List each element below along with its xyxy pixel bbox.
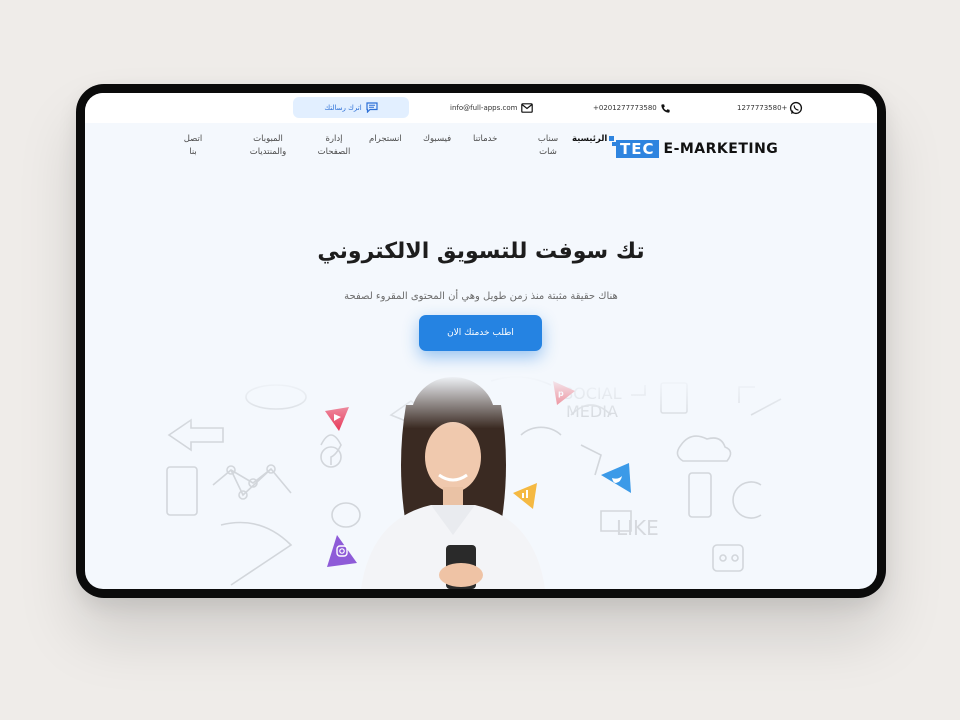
email-address: info@full-apps.com [450,104,518,112]
order-service-button[interactable]: اطلب خدمتك الان [419,315,542,351]
whatsapp-number: 1277773580+ [737,104,788,112]
mail-icon [521,103,534,113]
nav-item-contact[interactable]: اتصل بنا [181,133,205,159]
logo-mark-text: TEC [620,140,655,158]
hero-illustration: SOCIAL MEDIA LIKE [161,375,801,589]
leave-message-button[interactable]: اترك رسالتك [293,97,409,118]
phone-icon [661,103,670,113]
phone-contact[interactable]: +0201277773580 [593,93,671,123]
whatsapp-contact[interactable]: 1277773580+ [737,93,803,123]
phone-number: +0201277773580 [593,104,657,112]
email-contact[interactable]: info@full-apps.com [450,93,534,123]
nav-item-services[interactable]: خدماتنا [473,133,497,146]
device-frame: 1277773580+ +0201277773580 info@full-app… [76,84,886,598]
whatsapp-icon [790,101,803,115]
logo-mark: TEC [609,136,659,158]
hero-subtitle: هناك حقيقة مثبتة منذ زمن طويل وهي أن الم… [344,291,618,302]
nav-item-pages-management[interactable]: إدارة الصفحات [315,133,353,159]
nav-item-instagram[interactable]: انستجرام [369,133,402,146]
chat-icon [366,102,378,113]
leave-message-label: اترك رسالتك [324,103,362,112]
brand-logo[interactable]: TEC E-MARKETING [609,136,779,160]
nav-item-facebook[interactable]: فيسبوك [423,133,451,146]
nav-item-home[interactable]: الرئيسية [572,133,607,146]
nav-item-snapchat[interactable]: سناب شات [533,133,563,159]
hero-title: تك سوفت للتسويق الالكتروني [317,239,645,264]
logo-wordmark: E-MARKETING [663,141,779,157]
nav-item-classifieds-forums[interactable]: المبوبات والمنتديات [243,133,293,159]
top-contact-bar: 1277773580+ +0201277773580 info@full-app… [85,93,877,123]
website-screen: 1277773580+ +0201277773580 info@full-app… [85,93,877,589]
